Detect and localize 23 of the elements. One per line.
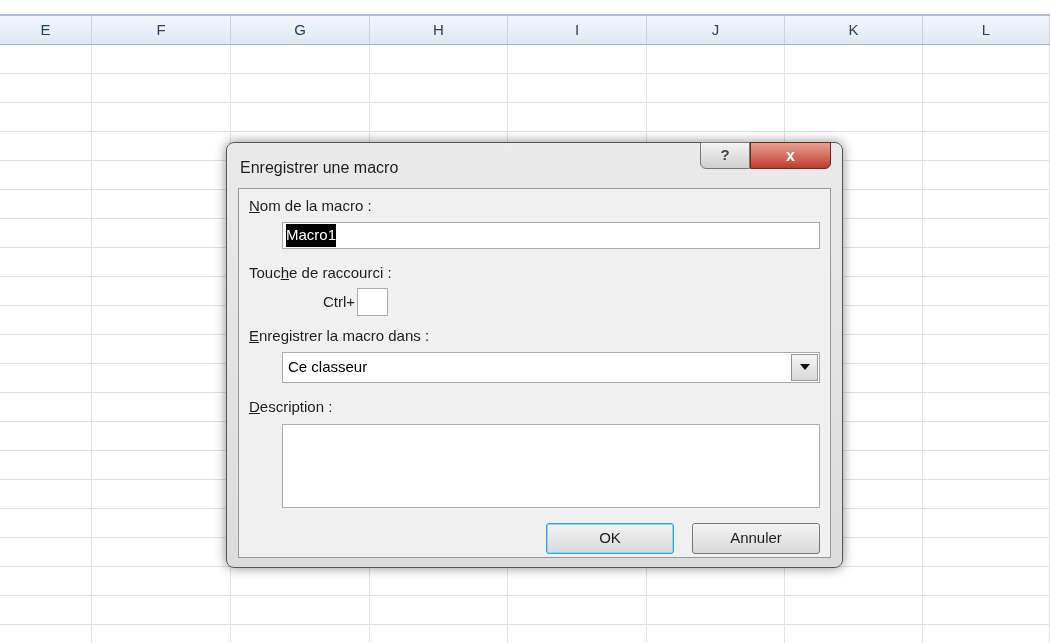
column-header[interactable]: L bbox=[923, 16, 1050, 44]
caret-icon bbox=[791, 353, 818, 381]
field-label: Touche de raccourci : bbox=[249, 263, 392, 281]
column-header[interactable]: J bbox=[647, 16, 785, 44]
input-field[interactable]: Macro1 bbox=[282, 221, 820, 249]
column-header[interactable]: H bbox=[370, 16, 508, 44]
column-header[interactable]: F bbox=[92, 16, 231, 44]
dialog-button[interactable]: Annuler bbox=[692, 522, 820, 554]
dropdown[interactable]: Ce classeur bbox=[282, 351, 820, 383]
column-header[interactable]: I bbox=[508, 16, 647, 44]
field-label: Nom de la macro : bbox=[249, 197, 373, 216]
shortcut-field[interactable] bbox=[357, 287, 389, 316]
column-header[interactable]: K bbox=[785, 16, 923, 44]
dialog-button[interactable]: OK bbox=[546, 522, 674, 554]
shortcut-prefix: Ctrl+ bbox=[323, 291, 356, 312]
help-button[interactable]: ? bbox=[700, 142, 750, 169]
dialog-title: Enregistrer une macro bbox=[240, 158, 399, 178]
macro-name-text: Macro1 bbox=[286, 224, 337, 247]
field-label: Description : bbox=[249, 397, 333, 415]
column-header[interactable]: E bbox=[0, 16, 92, 44]
field-label: Enregistrer la macro dans : bbox=[249, 326, 430, 344]
column-header[interactable]: G bbox=[231, 16, 370, 44]
description-field[interactable] bbox=[282, 423, 820, 508]
